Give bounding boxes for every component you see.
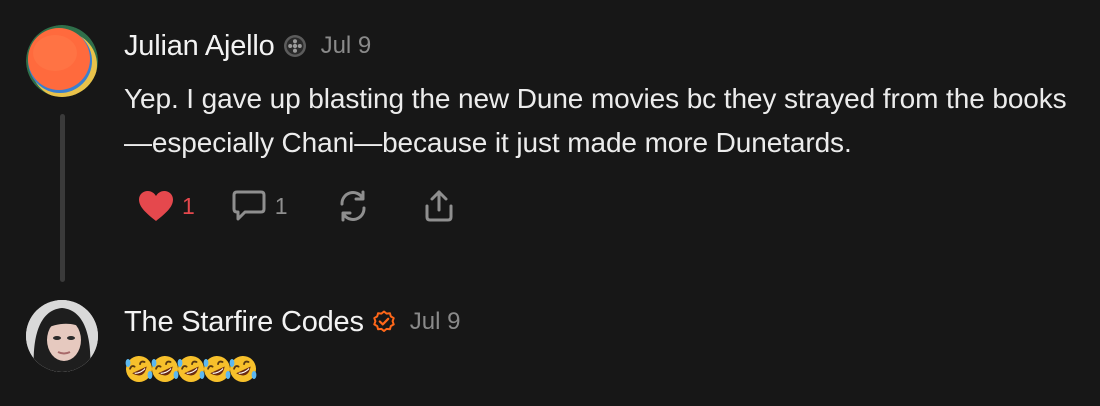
restack-icon <box>340 190 366 222</box>
thread-line <box>60 114 65 282</box>
like-count: 1 <box>182 192 195 219</box>
subscriber-badge-icon <box>283 34 307 58</box>
share-icon <box>425 190 453 222</box>
comment-header: The Starfire Codes Jul 9 <box>124 302 461 342</box>
share-button[interactable] <box>422 189 456 223</box>
comment-emoji-text <box>124 354 257 386</box>
restack-button[interactable] <box>336 189 370 223</box>
author-name[interactable]: The Starfire Codes <box>124 306 364 339</box>
comment-actions: 1 1 <box>138 186 456 226</box>
verified-check-icon <box>372 310 396 334</box>
comment-date[interactable]: Jul 9 <box>321 32 372 60</box>
heart-icon <box>139 191 173 221</box>
comment-header: Julian Ajello Jul 9 <box>124 26 371 66</box>
reply-count: 1 <box>274 192 288 219</box>
comment-date[interactable]: Jul 9 <box>410 308 461 336</box>
comment-bubble-icon <box>232 190 266 221</box>
comment-text: Yep. I gave up blasting the new Dune mov… <box>124 83 1067 158</box>
author-name[interactable]: Julian Ajello <box>124 30 275 63</box>
rolling-on-floor-laughing-emoji <box>229 356 257 382</box>
reply-button[interactable]: 1 <box>231 189 288 223</box>
avatar-julian-ajello[interactable] <box>26 25 98 97</box>
like-button[interactable]: 1 <box>138 190 195 222</box>
avatar-the-starfire-codes[interactable] <box>26 300 98 372</box>
